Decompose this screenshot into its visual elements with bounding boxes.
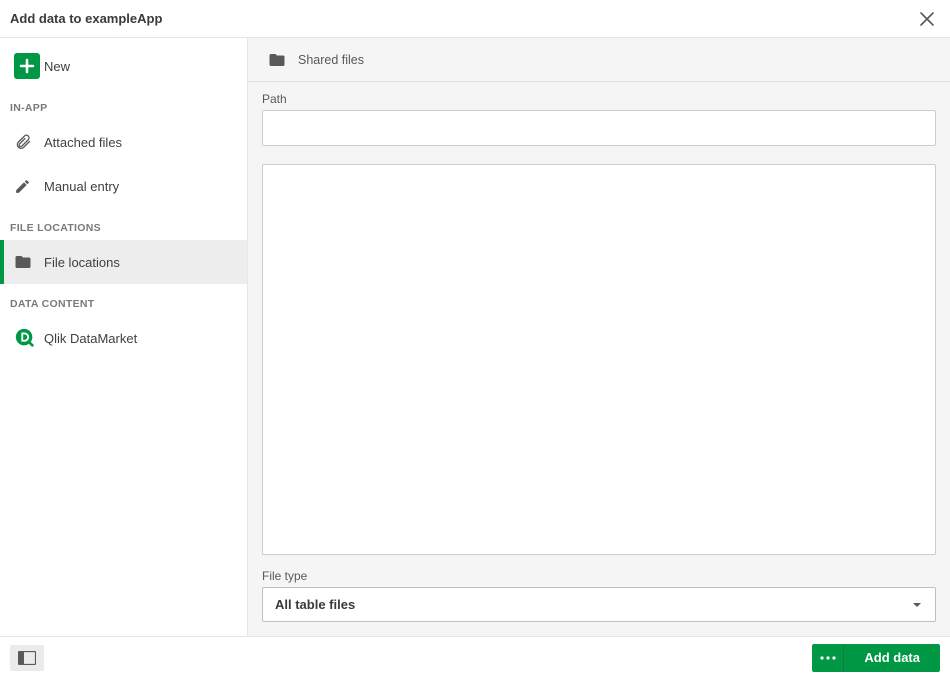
breadcrumb-label: Shared files: [298, 53, 364, 67]
file-type-label: File type: [262, 569, 936, 583]
pencil-icon: [14, 178, 44, 195]
close-icon: [920, 12, 934, 26]
dialog-title: Add data to exampleApp: [10, 11, 162, 26]
panel-icon: [18, 651, 36, 665]
add-data-label: Add data: [864, 650, 920, 665]
folder-icon: [268, 51, 298, 69]
paperclip-icon: [14, 133, 44, 151]
dialog-header: Add data to exampleApp: [0, 0, 950, 38]
sidebar-item-qlik-datamarket[interactable]: Qlik DataMarket: [0, 316, 247, 360]
add-data-button[interactable]: Add data: [844, 644, 940, 672]
dots-icon: [820, 656, 836, 660]
plus-icon: [14, 53, 44, 79]
more-options-button[interactable]: [812, 644, 844, 672]
dialog-body: New IN-APP Attached files Manual entry F…: [0, 38, 950, 636]
datamarket-icon: [14, 327, 44, 349]
sidebar-item-label: Manual entry: [44, 179, 119, 194]
main-panel: Shared files Path File type All table fi…: [248, 38, 950, 636]
section-label-data-content: DATA CONTENT: [0, 284, 247, 316]
sidebar-item-file-locations[interactable]: File locations: [0, 240, 247, 284]
sidebar-item-label: Attached files: [44, 135, 122, 150]
sidebar-item-attached-files[interactable]: Attached files: [0, 120, 247, 164]
sidebar-item-label: Qlik DataMarket: [44, 331, 137, 346]
file-type-select[interactable]: All table files: [262, 587, 936, 622]
chevron-down-icon: [911, 599, 923, 611]
sidebar-item-manual-entry[interactable]: Manual entry: [0, 164, 247, 208]
dialog-footer: Add data: [0, 636, 950, 678]
file-type-value: All table files: [275, 597, 355, 612]
main-content: Path File type All table files: [248, 82, 950, 636]
section-label-file-locations: FILE LOCATIONS: [0, 208, 247, 240]
section-label-in-app: IN-APP: [0, 88, 247, 120]
sidebar-item-new[interactable]: New: [0, 44, 247, 88]
panel-toggle-button[interactable]: [10, 645, 44, 671]
path-label: Path: [262, 92, 936, 106]
file-list[interactable]: [262, 164, 936, 555]
folder-icon: [14, 253, 44, 271]
sidebar-item-label: File locations: [44, 255, 120, 270]
close-button[interactable]: [918, 10, 936, 28]
sidebar: New IN-APP Attached files Manual entry F…: [0, 38, 248, 636]
sidebar-item-label: New: [44, 59, 70, 74]
breadcrumb: Shared files: [248, 38, 950, 82]
path-input[interactable]: [262, 110, 936, 146]
